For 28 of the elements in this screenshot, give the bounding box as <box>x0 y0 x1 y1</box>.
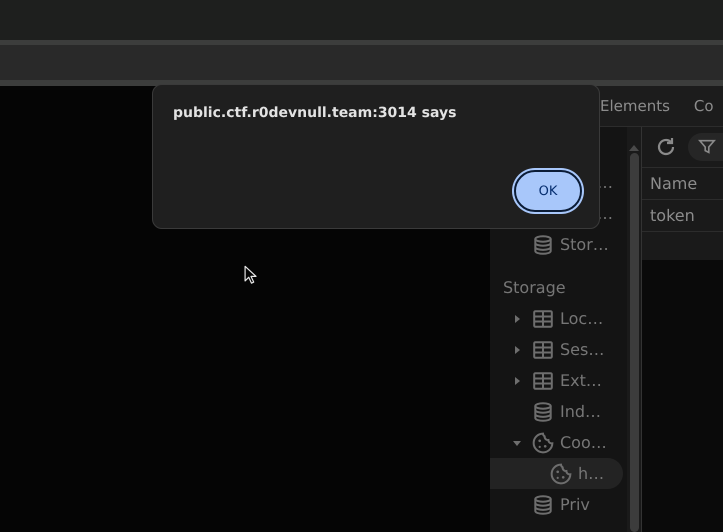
expand-arrow-icon[interactable] <box>512 344 522 354</box>
cookie-icon <box>532 432 554 454</box>
filter-icon <box>698 138 716 156</box>
table-cell-text: token <box>649 206 695 225</box>
table-icon <box>532 308 554 330</box>
expand-arrow-icon[interactable] <box>512 314 522 324</box>
database-icon <box>532 400 554 422</box>
section-heading: Storage <box>502 277 567 299</box>
devtools-tab[interactable]: Elements <box>600 97 670 115</box>
scrollbar[interactable] <box>627 127 642 532</box>
sidebar-item[interactable]: Stor… <box>490 229 623 260</box>
dialog-message: public.ctf.r0devnull.team:3014 says <box>173 105 458 121</box>
sidebar-item[interactable]: h… <box>490 458 623 489</box>
database-icon <box>532 234 554 256</box>
database-icon <box>532 494 554 516</box>
table-icon <box>532 370 554 392</box>
sidebar-item[interactable]: Loc… <box>490 303 623 334</box>
sidebar-item[interactable]: Ext… <box>490 365 623 396</box>
sidebar-item[interactable]: Ind… <box>490 396 623 427</box>
cookie-icon <box>550 462 572 484</box>
expand-arrow-icon[interactable] <box>512 376 522 386</box>
ok-button[interactable]: OK <box>514 170 582 212</box>
mouse-cursor-icon <box>243 265 259 285</box>
sidebar-item[interactable]: Coo… <box>490 427 623 458</box>
sidebar-item[interactable]: Ses… <box>490 334 623 365</box>
sidebar-item[interactable]: Priv <box>490 489 623 520</box>
table-icon <box>532 338 554 360</box>
devtools-tab[interactable]: Co <box>694 97 714 115</box>
